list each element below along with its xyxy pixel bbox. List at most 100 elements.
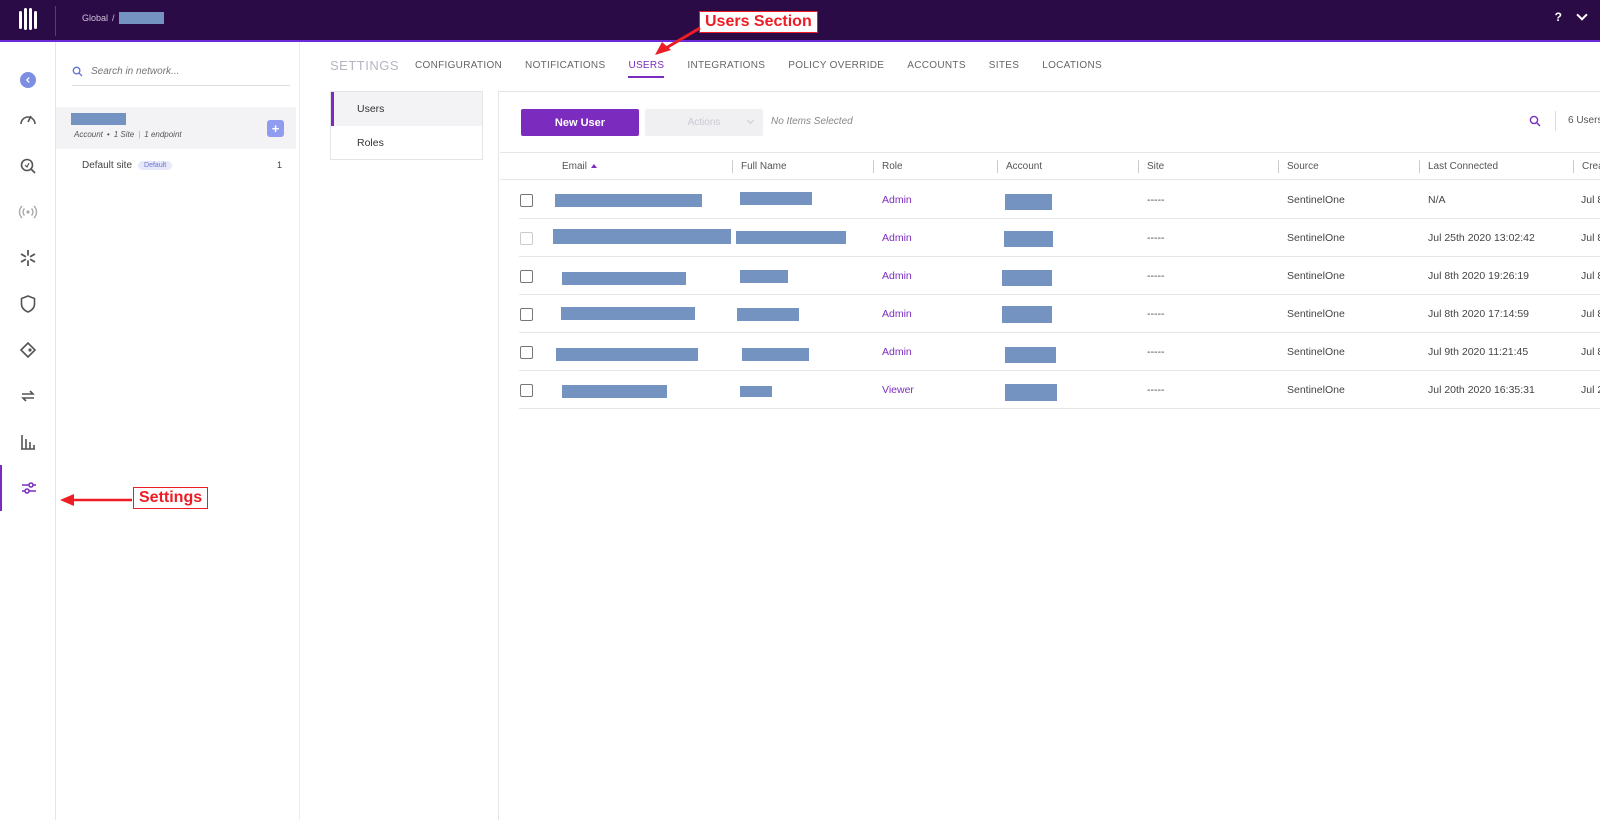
sort-ascending-icon <box>591 164 598 169</box>
table-row[interactable]: Admin ----- SentinelOne Jul 9th 2020 11:… <box>519 333 1600 371</box>
source-cell: SentinelOne <box>1287 346 1345 358</box>
email-redacted <box>561 307 695 320</box>
created-cell: Jul 8 <box>1581 308 1600 320</box>
account-redacted <box>1005 384 1057 401</box>
tab-accounts[interactable]: ACCOUNTS <box>907 60 966 78</box>
search-input[interactable] <box>91 66 281 77</box>
role-link[interactable]: Admin <box>882 194 912 206</box>
table-row[interactable]: Admin ----- SentinelOne Jul 8th 2020 19:… <box>519 257 1600 295</box>
column-email-label: Email <box>562 161 588 172</box>
row-checkbox[interactable] <box>520 270 533 283</box>
sidebar-item-sentinels[interactable] <box>0 235 56 281</box>
column-email[interactable]: Email <box>562 161 598 172</box>
column-created[interactable]: Created <box>1582 161 1600 172</box>
sentinelone-logo-icon[interactable] <box>18 7 38 33</box>
full-name-redacted <box>737 308 799 321</box>
column-separator[interactable] <box>1573 160 1574 173</box>
row-checkbox[interactable] <box>520 308 533 321</box>
breadcrumb-global[interactable]: Global <box>82 13 108 23</box>
help-icon[interactable]: ? <box>1555 10 1562 24</box>
chevron-down-icon <box>746 116 755 125</box>
column-separator[interactable] <box>1278 160 1279 173</box>
new-user-button[interactable]: New User <box>521 109 639 136</box>
subnav-roles[interactable]: Roles <box>331 126 482 160</box>
tab-notifications[interactable]: NOTIFICATIONS <box>525 60 605 78</box>
column-separator[interactable] <box>1419 160 1420 173</box>
last-connected-cell: Jul 20th 2020 16:35:31 <box>1428 384 1535 396</box>
table-row[interactable]: Admin ----- SentinelOne Jul 25th 2020 13… <box>519 219 1600 257</box>
account-type: Account <box>74 130 103 139</box>
tab-integrations[interactable]: INTEGRATIONS <box>687 60 765 78</box>
account-row[interactable]: Account • 1 Site | 1 endpoint + <box>56 107 296 149</box>
last-connected-cell: N/A <box>1428 194 1446 206</box>
actions-dropdown[interactable]: Actions <box>645 109 763 136</box>
tab-sites[interactable]: SITES <box>989 60 1019 78</box>
default-badge: Default <box>138 160 173 170</box>
sidebar-item-sync[interactable] <box>0 373 56 419</box>
role-link[interactable]: Viewer <box>882 384 914 396</box>
row-checkbox[interactable] <box>520 346 533 359</box>
role-link[interactable]: Admin <box>882 346 912 358</box>
column-separator[interactable] <box>997 160 998 173</box>
column-site[interactable]: Site <box>1147 161 1164 172</box>
sidebar-item-settings[interactable] <box>0 465 56 511</box>
tab-users[interactable]: USERS <box>628 60 665 78</box>
source-cell: SentinelOne <box>1287 232 1345 244</box>
chevron-down-icon[interactable] <box>1576 9 1588 21</box>
row-checkbox[interactable] <box>520 384 533 397</box>
role-link[interactable]: Admin <box>882 308 912 320</box>
role-link[interactable]: Admin <box>882 232 912 244</box>
account-meta: Account • 1 Site | 1 endpoint <box>74 130 182 139</box>
column-source[interactable]: Source <box>1287 161 1319 172</box>
column-last-connected[interactable]: Last Connected <box>1428 161 1498 172</box>
site-cell: ----- <box>1147 232 1165 244</box>
table-row[interactable]: Viewer ----- SentinelOne Jul 20th 2020 1… <box>519 371 1600 409</box>
sidebar-item-reports[interactable] <box>0 419 56 465</box>
subnav-users[interactable]: Users <box>331 92 482 126</box>
add-site-button[interactable]: + <box>267 120 284 137</box>
sentinels-icon <box>20 250 36 266</box>
tab-policy-override[interactable]: POLICY OVERRIDE <box>788 60 884 78</box>
column-separator[interactable] <box>873 160 874 173</box>
site-cell: ----- <box>1147 346 1165 358</box>
selection-status: No Items Selected <box>771 116 853 127</box>
breadcrumb: Global / <box>82 12 164 24</box>
column-account[interactable]: Account <box>1006 161 1042 172</box>
sidebar-item-threat-hunting[interactable] <box>0 143 56 189</box>
meta-separator: | <box>138 130 141 139</box>
breadcrumb-redacted-account[interactable] <box>118 12 164 24</box>
column-role[interactable]: Role <box>882 161 903 172</box>
sidebar-item-shield[interactable] <box>0 281 56 327</box>
reports-icon <box>21 435 35 450</box>
column-full-name[interactable]: Full Name <box>741 161 787 172</box>
meta-dot: • <box>106 130 110 139</box>
scope-tree-panel: Account • 1 Site | 1 endpoint + Default … <box>56 42 300 820</box>
dashboard-icon <box>20 115 36 125</box>
annotation-arrow-users <box>655 26 701 55</box>
tab-locations[interactable]: LOCATIONS <box>1042 60 1102 78</box>
tree-site-item[interactable]: Default site Default 1 <box>56 155 296 175</box>
sidebar-item-dashboard[interactable] <box>0 97 56 143</box>
created-cell: Jul 8 <box>1581 232 1600 244</box>
sidebar-item-tags[interactable] <box>0 327 56 373</box>
last-connected-cell: Jul 9th 2020 11:21:45 <box>1428 346 1529 358</box>
table-row[interactable]: Admin ----- SentinelOne N/A Jul 8 <box>519 181 1600 219</box>
shield-icon <box>20 295 36 313</box>
row-checkbox[interactable] <box>520 194 533 207</box>
settings-tabs: CONFIGURATION NOTIFICATIONS USERS INTEGR… <box>415 60 1125 78</box>
last-connected-cell: Jul 25th 2020 13:02:42 <box>1428 232 1535 244</box>
row-checkbox[interactable] <box>520 232 533 245</box>
search-icon[interactable] <box>1529 114 1541 132</box>
full-name-redacted <box>742 348 809 361</box>
threat-hunting-icon <box>20 158 36 174</box>
role-link[interactable]: Admin <box>882 270 912 282</box>
panel-divider <box>498 91 499 820</box>
column-separator[interactable] <box>732 160 733 173</box>
tab-configuration[interactable]: CONFIGURATION <box>415 60 502 78</box>
sidebar-item-network[interactable] <box>0 189 56 235</box>
annotation-users-section: Users Section <box>699 11 818 33</box>
site-name: Default site <box>82 159 133 171</box>
column-separator[interactable] <box>1138 160 1139 173</box>
created-cell: Jul 8 <box>1581 346 1600 358</box>
table-row[interactable]: Admin ----- SentinelOne Jul 8th 2020 17:… <box>519 295 1600 333</box>
